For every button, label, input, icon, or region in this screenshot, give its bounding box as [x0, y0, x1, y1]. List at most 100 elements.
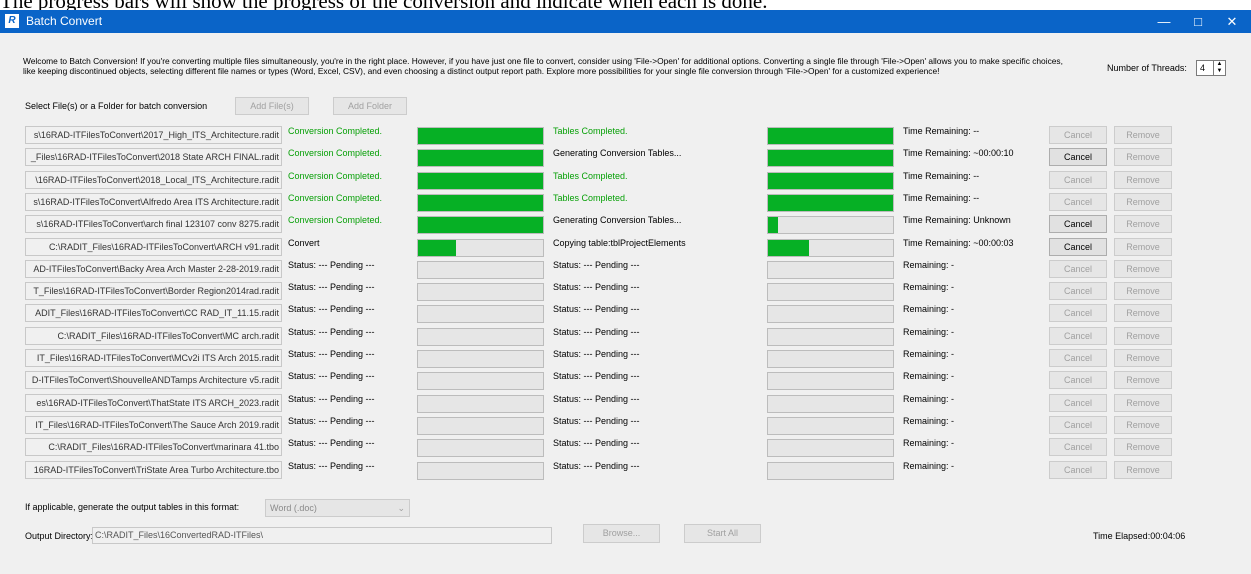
remove-button[interactable]: Remove	[1114, 304, 1172, 323]
cancel-button[interactable]: Cancel	[1049, 259, 1107, 278]
file-path-field[interactable]: _Files\16RAD-ITFilesToConvert\2018 State…	[25, 148, 282, 167]
time-remaining: Remaining: -	[903, 282, 955, 293]
file-path-field[interactable]: C:\RADIT_Files\16RAD-ITFilesToConvert\ma…	[25, 438, 282, 457]
conversion-progress-bar	[417, 350, 544, 368]
start-all-button[interactable]: Start All	[684, 524, 761, 543]
tables-status: Status: --- Pending ---	[553, 415, 640, 426]
cancel-button[interactable]: Cancel	[1049, 460, 1107, 479]
file-path-field[interactable]: C:\RADIT_Files\16RAD-ITFilesToConvert\AR…	[25, 237, 282, 256]
file-path-field[interactable]: IT_Files\16RAD-ITFilesToConvert\The Sauc…	[25, 415, 282, 434]
tables-status: Status: --- Pending ---	[553, 393, 640, 404]
file-path-field[interactable]: C:\RADIT_Files\16RAD-ITFilesToConvert\MC…	[25, 326, 282, 345]
tables-progress-bar	[767, 260, 894, 279]
cancel-button[interactable]: Cancel	[1049, 170, 1107, 189]
cancel-button[interactable]: Cancel	[1049, 304, 1107, 323]
remove-button[interactable]: Remove	[1114, 282, 1172, 301]
tables-progress-bar	[767, 193, 894, 212]
format-value: Word (.doc)	[270, 503, 317, 513]
tables-status: Tables Completed.	[553, 126, 628, 136]
tables-status: Status: --- Pending ---	[553, 259, 640, 270]
file-path-field[interactable]: 16RAD-ITFilesToConvert\TriState Area Tur…	[25, 460, 282, 479]
tables-progress-bar	[767, 283, 894, 302]
cancel-button[interactable]: Cancel	[1049, 393, 1107, 412]
file-path-field[interactable]: T_Files\16RAD-ITFilesToConvert\Border Re…	[25, 282, 282, 301]
time-remaining: Remaining: -	[903, 371, 955, 382]
format-select[interactable]: Word (.doc) ⌄	[265, 499, 410, 517]
remove-button[interactable]: Remove	[1114, 170, 1172, 189]
add-files-button[interactable]: Add File(s)	[235, 97, 309, 115]
file-row: C:\RADIT_Files\16RAD-ITFilesToConvert\ma…	[0, 436, 1251, 458]
output-directory-field[interactable]: C:\RADIT_Files\16ConvertedRAD-ITFiles\	[92, 527, 552, 544]
tables-progress-bar	[767, 238, 894, 257]
cancel-button[interactable]: Cancel	[1049, 192, 1107, 211]
minimize-icon[interactable]: —	[1147, 10, 1181, 33]
add-folder-button[interactable]: Add Folder	[333, 97, 407, 115]
time-remaining: Remaining: -	[903, 349, 955, 359]
tables-progress-bar	[767, 350, 894, 368]
cancel-button[interactable]: Cancel	[1049, 148, 1107, 167]
file-path-field[interactable]: ADIT_Files\16RAD-ITFilesToConvert\CC RAD…	[25, 304, 282, 323]
conversion-status: Status: --- Pending ---	[288, 393, 375, 404]
cancel-button[interactable]: Cancel	[1049, 126, 1107, 144]
cancel-button[interactable]: Cancel	[1049, 415, 1107, 434]
file-path-field[interactable]: D-ITFilesToConvert\ShouvelleANDTamps Arc…	[25, 371, 282, 390]
cancel-button[interactable]: Cancel	[1049, 438, 1107, 457]
threads-value: 4	[1200, 63, 1206, 73]
tables-progress-fill	[768, 194, 893, 211]
file-path-field[interactable]: s\16RAD-ITFilesToConvert\arch final 1231…	[25, 215, 282, 234]
remove-button[interactable]: Remove	[1114, 148, 1172, 167]
conversion-progress-bar	[417, 238, 544, 257]
spinner-icon[interactable]: ▲ ▼	[1213, 61, 1225, 75]
time-remaining: Time Remaining: ~00:00:03	[903, 237, 1014, 248]
remove-button[interactable]: Remove	[1114, 326, 1172, 345]
cancel-button[interactable]: Cancel	[1049, 349, 1107, 367]
conversion-progress-fill	[418, 128, 543, 144]
file-row: C:\RADIT_Files\16RAD-ITFilesToConvert\AR…	[0, 236, 1251, 258]
close-icon[interactable]: ✕	[1215, 10, 1249, 33]
remove-button[interactable]: Remove	[1114, 192, 1172, 211]
cancel-button[interactable]: Cancel	[1049, 282, 1107, 301]
cancel-button[interactable]: Cancel	[1049, 326, 1107, 345]
file-path-field[interactable]: s\16RAD-ITFilesToConvert\2017_High_ITS_A…	[25, 126, 282, 144]
remove-button[interactable]: Remove	[1114, 259, 1172, 278]
maximize-icon[interactable]: □	[1181, 10, 1215, 33]
file-path-field[interactable]: es\16RAD-ITFilesToConvert\ThatState ITS …	[25, 393, 282, 412]
conversion-status: Status: --- Pending ---	[288, 415, 375, 426]
file-path-field[interactable]: AD-ITFilesToConvert\Backy Area Arch Mast…	[25, 259, 282, 278]
conversion-progress-fill	[418, 194, 543, 211]
threads-spinner[interactable]: 4 ▲ ▼	[1196, 60, 1226, 76]
file-row: IT_Files\16RAD-ITFilesToConvert\MCv2i IT…	[0, 347, 1251, 369]
remove-button[interactable]: Remove	[1114, 393, 1172, 412]
tables-progress-bar	[767, 394, 894, 413]
conversion-status: Conversion Completed.	[288, 215, 383, 226]
cancel-button[interactable]: Cancel	[1049, 237, 1107, 256]
time-remaining: Remaining: -	[903, 259, 955, 270]
conversion-progress-bar	[417, 439, 544, 458]
remove-button[interactable]: Remove	[1114, 460, 1172, 479]
file-path-field[interactable]: IT_Files\16RAD-ITFilesToConvert\MCv2i IT…	[25, 349, 282, 367]
time-remaining: Remaining: -	[903, 415, 955, 426]
time-remaining: Remaining: -	[903, 326, 955, 337]
browse-button[interactable]: Browse...	[583, 524, 660, 543]
file-row: IT_Files\16RAD-ITFilesToConvert\The Sauc…	[0, 414, 1251, 436]
conversion-progress-bar	[417, 305, 544, 324]
time-remaining: Time Remaining: Unknown	[903, 215, 1011, 226]
remove-button[interactable]: Remove	[1114, 438, 1172, 457]
tables-progress-bar	[767, 305, 894, 324]
remove-button[interactable]: Remove	[1114, 349, 1172, 367]
file-path-field[interactable]: s\16RAD-ITFilesToConvert\Alfredo Area IT…	[25, 192, 282, 211]
file-path-field[interactable]: \16RAD-ITFilesToConvert\2018_Local_ITS_A…	[25, 170, 282, 189]
file-row: _Files\16RAD-ITFilesToConvert\2018 State…	[0, 146, 1251, 168]
remove-button[interactable]: Remove	[1114, 237, 1172, 256]
remove-button[interactable]: Remove	[1114, 126, 1172, 144]
file-row: T_Files\16RAD-ITFilesToConvert\Border Re…	[0, 280, 1251, 302]
remove-button[interactable]: Remove	[1114, 415, 1172, 434]
remove-button[interactable]: Remove	[1114, 215, 1172, 234]
app-icon: R	[5, 14, 19, 28]
conversion-progress-bar	[417, 372, 544, 391]
remove-button[interactable]: Remove	[1114, 371, 1172, 390]
conversion-status: Status: --- Pending ---	[288, 304, 375, 315]
cancel-button[interactable]: Cancel	[1049, 371, 1107, 390]
cancel-button[interactable]: Cancel	[1049, 215, 1107, 234]
file-row: D-ITFilesToConvert\ShouvelleANDTamps Arc…	[0, 369, 1251, 391]
